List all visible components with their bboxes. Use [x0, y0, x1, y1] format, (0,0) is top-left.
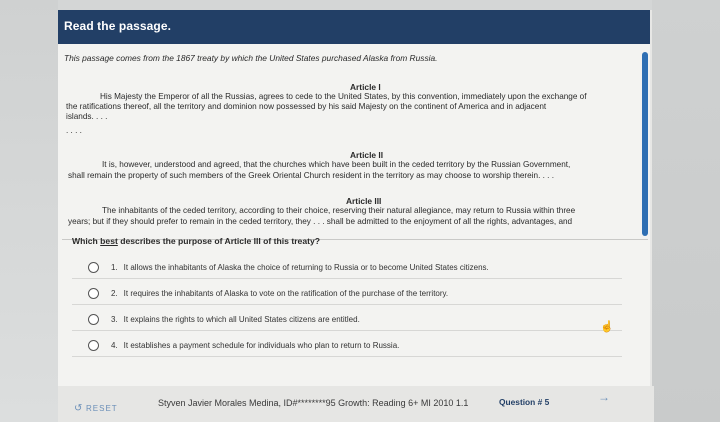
question-text-end: describes the purpose of Article III of …: [117, 236, 320, 246]
answer-option-3[interactable]: 3. It explains the rights to which all U…: [72, 308, 622, 331]
question-emphasis: best: [100, 236, 118, 246]
option-text: It requires the inhabitants of Alaska to…: [123, 288, 449, 298]
option-number: 2.: [111, 288, 118, 298]
option-text: It allows the inhabitants of Alaska the …: [123, 262, 489, 272]
article-1-heading: Article I: [350, 82, 381, 92]
page-title: Read the passage.: [64, 19, 172, 33]
arrow-right-icon: →: [598, 390, 610, 404]
footer-bar: ↺ RESET Styven Javier Morales Medina, ID…: [58, 386, 654, 422]
top-band: [0, 0, 720, 10]
option-number: 1.: [111, 262, 118, 272]
screen: Read the passage. This passage comes fro…: [0, 0, 720, 422]
article-2-heading: Article II: [350, 150, 384, 160]
article-1-line-2: the ratifications thereof, all the terri…: [66, 102, 547, 111]
reset-button[interactable]: ↺ RESET: [74, 403, 118, 414]
radio-button[interactable]: [88, 287, 99, 299]
article-3-line-1: The inhabitants of the ceded territory, …: [102, 206, 576, 215]
passage-text: This passage comes from the 1867 treaty …: [58, 44, 642, 240]
passage-intro: This passage comes from the 1867 treaty …: [64, 53, 438, 63]
article-1-line-1: His Majesty the Emperor of all the Russi…: [100, 92, 587, 101]
question-text-start: Which: [72, 236, 101, 246]
article-3-line-2: years; but if they should prefer to rema…: [68, 217, 573, 226]
article-3-heading: Article III: [346, 196, 382, 206]
hand-pointer-icon: ☝: [600, 321, 614, 333]
question-number: Question # 5: [499, 397, 550, 407]
passage-header: Read the passage.: [58, 10, 650, 44]
radio-button[interactable]: [88, 261, 99, 273]
next-button[interactable]: →: [576, 390, 632, 406]
option-text: It explains the rights to which all Unit…: [123, 314, 360, 324]
reset-label: RESET: [86, 404, 118, 413]
passage-scrollbar[interactable]: [642, 52, 648, 236]
answer-option-2[interactable]: 2. It requires the inhabitants of Alaska…: [72, 282, 622, 305]
option-text: It establishes a payment schedule for in…: [123, 340, 400, 350]
option-number: 4.: [111, 340, 118, 350]
right-margin: [652, 0, 720, 422]
radio-button[interactable]: [88, 313, 99, 325]
article-2-line-1: It is, however, understood and agreed, t…: [102, 160, 571, 169]
article-2-line-2: shall remain the property of such member…: [68, 171, 555, 180]
answer-option-4[interactable]: 4. It establishes a payment schedule for…: [72, 334, 622, 357]
question-stem: Which best describes the purpose of Arti…: [72, 236, 320, 246]
left-margin: [0, 0, 58, 422]
option-number: 3.: [111, 314, 118, 324]
passage-ellipsis: . . . .: [66, 126, 82, 135]
article-1-line-3: islands. . . .: [66, 112, 108, 121]
answer-option-1[interactable]: 1. It allows the inhabitants of Alaska t…: [72, 256, 622, 279]
question-panel: Read the passage. This passage comes fro…: [58, 10, 650, 386]
student-info: Styven Javier Morales Medina, ID#*******…: [158, 398, 469, 408]
radio-button[interactable]: [88, 339, 99, 351]
reset-icon: ↺: [74, 403, 84, 414]
